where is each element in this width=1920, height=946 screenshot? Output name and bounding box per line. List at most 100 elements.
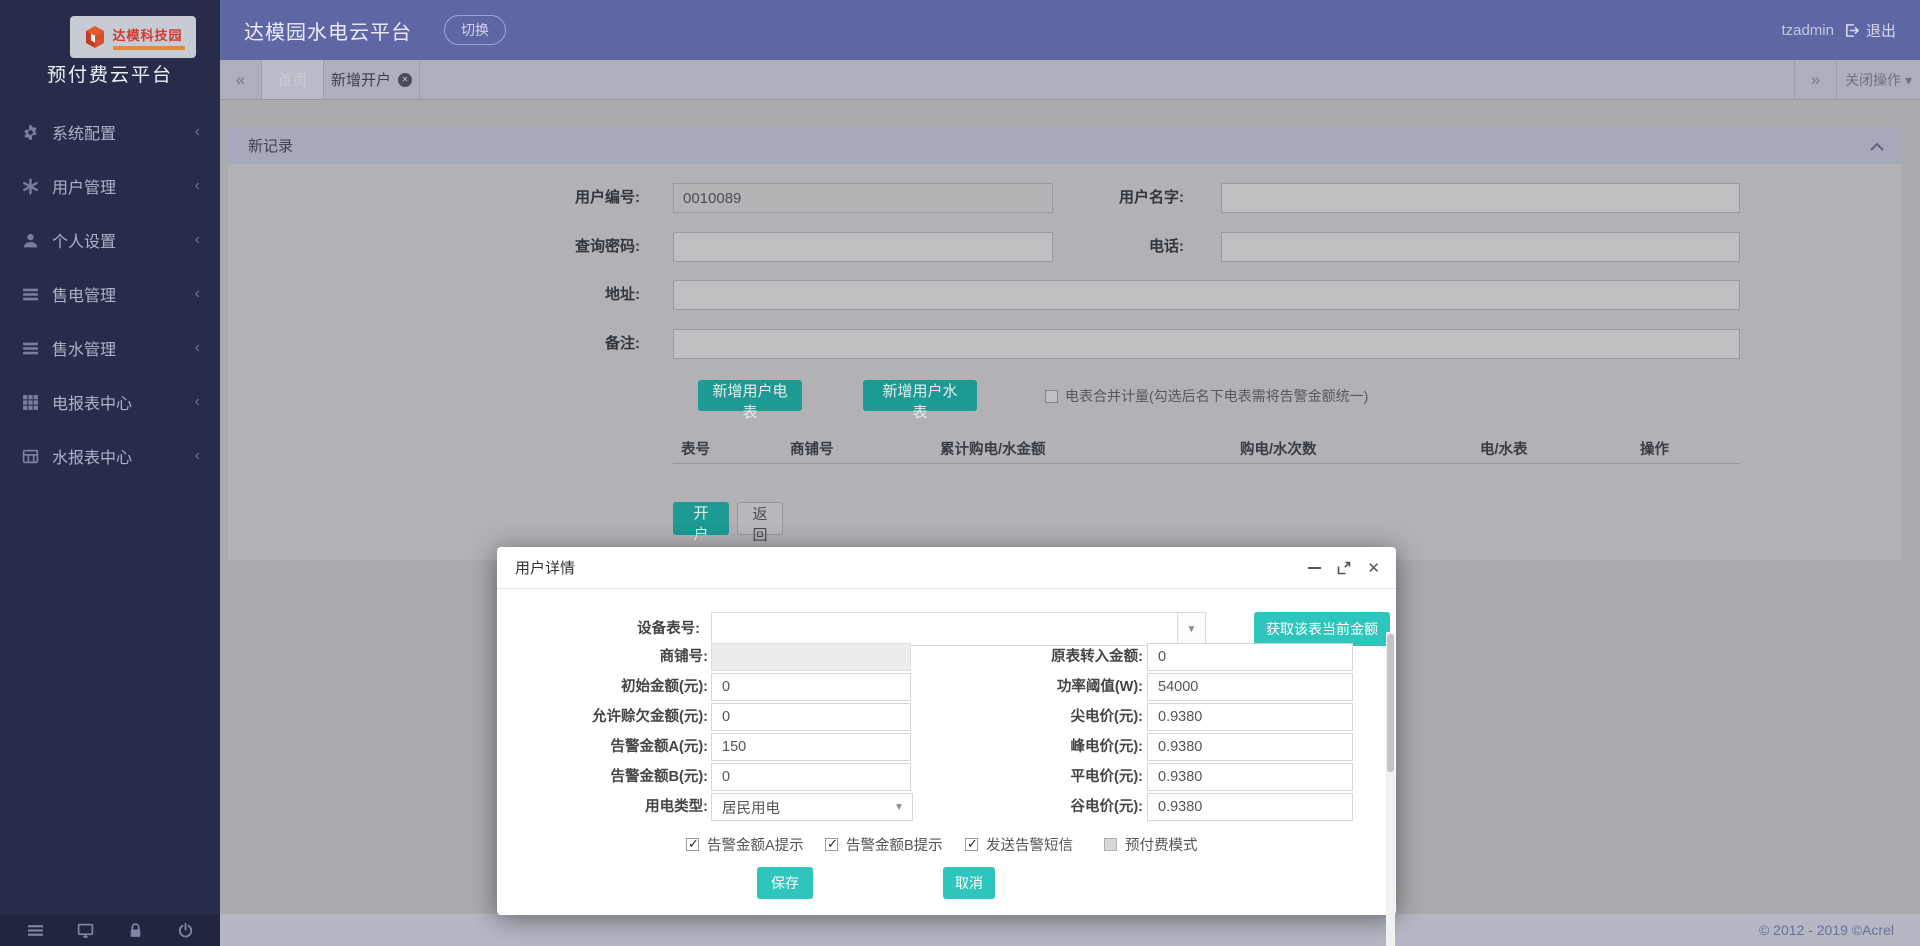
sidebar-menu: 系统配置 ‹ 用户管理 ‹ 个人设置 ‹ 售电管理 ‹ 售水管理 ‹ (0, 105, 220, 483)
top-header: 达模园水电云平台 切换 tzadmin 退出 (220, 0, 1920, 60)
prepaid-mode-checkbox[interactable] (1104, 838, 1117, 851)
new-record-panel: 新记录 用户编号: 用户名字: 查询密码: 电话: 地址: 备注: 新增用户电表 (228, 127, 1902, 560)
sharp-price-input[interactable] (1147, 703, 1353, 731)
phone-label: 电话: (984, 232, 1184, 262)
valley-price-input[interactable] (1147, 793, 1353, 821)
alarm-a-tip-option: 告警金额A提示 (686, 834, 804, 855)
switch-button[interactable]: 切换 (444, 15, 506, 45)
transfer-amount-input[interactable] (1147, 643, 1353, 671)
scrollbar-thumb[interactable] (1387, 634, 1394, 772)
credit-limit-input[interactable] (711, 703, 911, 731)
phone-input[interactable] (1221, 232, 1740, 262)
alarm-b-tip-checkbox[interactable] (825, 838, 838, 851)
tabs-scroll-right-button[interactable]: » (1794, 60, 1836, 100)
initial-amount-input[interactable] (711, 673, 911, 701)
user-icon (22, 232, 39, 249)
sidebar-item-label: 售水管理 (52, 336, 116, 360)
footer: © 2012 - 2019 ©Acrel (220, 914, 1920, 946)
alarm-amount-b-label: 告警金额B(元): (518, 763, 708, 791)
device-meter-label: 设备表号: (510, 615, 700, 643)
chevron-left-icon: ‹ (195, 339, 200, 357)
list-icon (22, 340, 39, 357)
copyright-text: © 2012 - 2019 ©Acrel (1759, 922, 1894, 938)
shop-no-input[interactable] (711, 643, 911, 671)
double-chevron-right-icon: » (1811, 70, 1820, 90)
monitor-icon[interactable] (77, 922, 94, 939)
sharp-price-label: 尖电价(元): (953, 703, 1143, 731)
modal-header[interactable]: 用户详情 ✕ (497, 547, 1396, 589)
chevron-left-icon: ‹ (195, 123, 200, 141)
close-icon[interactable]: ✕ (1367, 559, 1380, 577)
sidebar-item-electric-sales[interactable]: 售电管理 ‹ (0, 267, 220, 321)
peak-price-input[interactable] (1147, 733, 1353, 761)
caret-down-icon: ▾ (1905, 72, 1912, 89)
sidebar-item-user-management[interactable]: 用户管理 ‹ (0, 159, 220, 213)
modal-title: 用户详情 (515, 557, 575, 578)
address-input[interactable] (673, 280, 1740, 310)
open-account-button[interactable]: 开户 (673, 502, 729, 535)
collapse-panel-button[interactable] (1870, 139, 1884, 157)
electric-type-label: 用电类型: (518, 793, 708, 821)
sidebar-item-water-sales[interactable]: 售水管理 ‹ (0, 321, 220, 375)
add-water-meter-button[interactable]: 新增用户水表 (863, 380, 977, 411)
caret-down-icon: ▼ (894, 802, 904, 813)
remark-label: 备注: (440, 329, 640, 359)
sidebar-item-system-config[interactable]: 系统配置 ‹ (0, 105, 220, 159)
save-button[interactable]: 保存 (757, 867, 813, 899)
modal-scrollbar[interactable] (1386, 632, 1395, 946)
remark-input[interactable] (673, 329, 1740, 359)
initial-amount-label: 初始金额(元): (518, 673, 708, 701)
sidebar-item-label: 售电管理 (52, 282, 116, 306)
double-chevron-left-icon: « (236, 70, 245, 90)
add-electric-meter-button[interactable]: 新增用户电表 (698, 380, 802, 411)
col-header-shop-no: 商铺号 (790, 438, 834, 459)
send-alarm-sms-checkbox[interactable] (965, 838, 978, 851)
user-no-label: 用户编号: (440, 183, 640, 213)
table-icon (22, 448, 39, 465)
menu-toggle-icon[interactable] (27, 922, 44, 939)
chevron-left-icon: ‹ (195, 285, 200, 303)
sidebar-item-electric-report-center[interactable]: 电报表中心 ‹ (0, 375, 220, 429)
cancel-button[interactable]: 取消 (943, 867, 995, 899)
flat-price-input[interactable] (1147, 763, 1353, 791)
prepaid-mode-label: 预付费模式 (1125, 834, 1198, 855)
lock-icon[interactable] (127, 922, 144, 939)
alarm-amount-a-input[interactable] (711, 733, 911, 761)
back-button[interactable]: 返回 (737, 502, 783, 535)
alarm-amount-b-input[interactable] (711, 763, 911, 791)
alarm-a-tip-checkbox[interactable] (686, 838, 699, 851)
logo-cube-icon (82, 24, 108, 50)
user-name-input[interactable] (1221, 183, 1740, 213)
electric-type-select[interactable]: 居民用电 ▼ (711, 793, 913, 821)
tab-new-account[interactable]: 新增开户 ✕ (324, 60, 420, 99)
tab-close-icon[interactable]: ✕ (398, 73, 412, 87)
minimize-icon (1308, 567, 1321, 569)
tab-home[interactable]: 首页 (262, 60, 324, 99)
tab-label: 首页 (277, 69, 307, 90)
query-password-label: 查询密码: (440, 232, 640, 262)
tab-label: 新增开户 (331, 69, 391, 90)
prepaid-mode-option: 预付费模式 (1104, 834, 1198, 855)
sidebar-item-label: 电报表中心 (52, 390, 132, 414)
merge-metering-checkbox[interactable] (1045, 390, 1058, 403)
power-threshold-input[interactable] (1147, 673, 1353, 701)
device-meter-input[interactable] (712, 613, 1177, 645)
chevron-left-icon: ‹ (195, 447, 200, 465)
sidebar-item-personal-settings[interactable]: 个人设置 ‹ (0, 213, 220, 267)
alarm-a-tip-label: 告警金额A提示 (707, 834, 804, 855)
asterisk-icon (22, 178, 39, 195)
minimize-button[interactable] (1308, 567, 1321, 569)
logout-button[interactable]: 退出 (1844, 20, 1896, 41)
close-operations-dropdown[interactable]: 关闭操作 ▾ (1836, 60, 1920, 100)
chevron-left-icon: ‹ (195, 177, 200, 195)
merge-metering-label: 电表合并计量(勾选后名下电表需将告警金额统一) (1065, 386, 1368, 406)
list-icon (22, 286, 39, 303)
sidebar-item-water-report-center[interactable]: 水报表中心 ‹ (0, 429, 220, 483)
power-icon[interactable] (177, 922, 194, 939)
combobox-dropdown-button[interactable]: ▼ (1177, 613, 1205, 645)
tabs-scroll-left-button[interactable]: « (220, 60, 262, 99)
maximize-icon (1337, 561, 1351, 575)
maximize-button[interactable] (1337, 561, 1351, 575)
logo-subtext-bar (113, 46, 185, 50)
fetch-meter-balance-button[interactable]: 获取该表当前金额 (1254, 612, 1390, 646)
